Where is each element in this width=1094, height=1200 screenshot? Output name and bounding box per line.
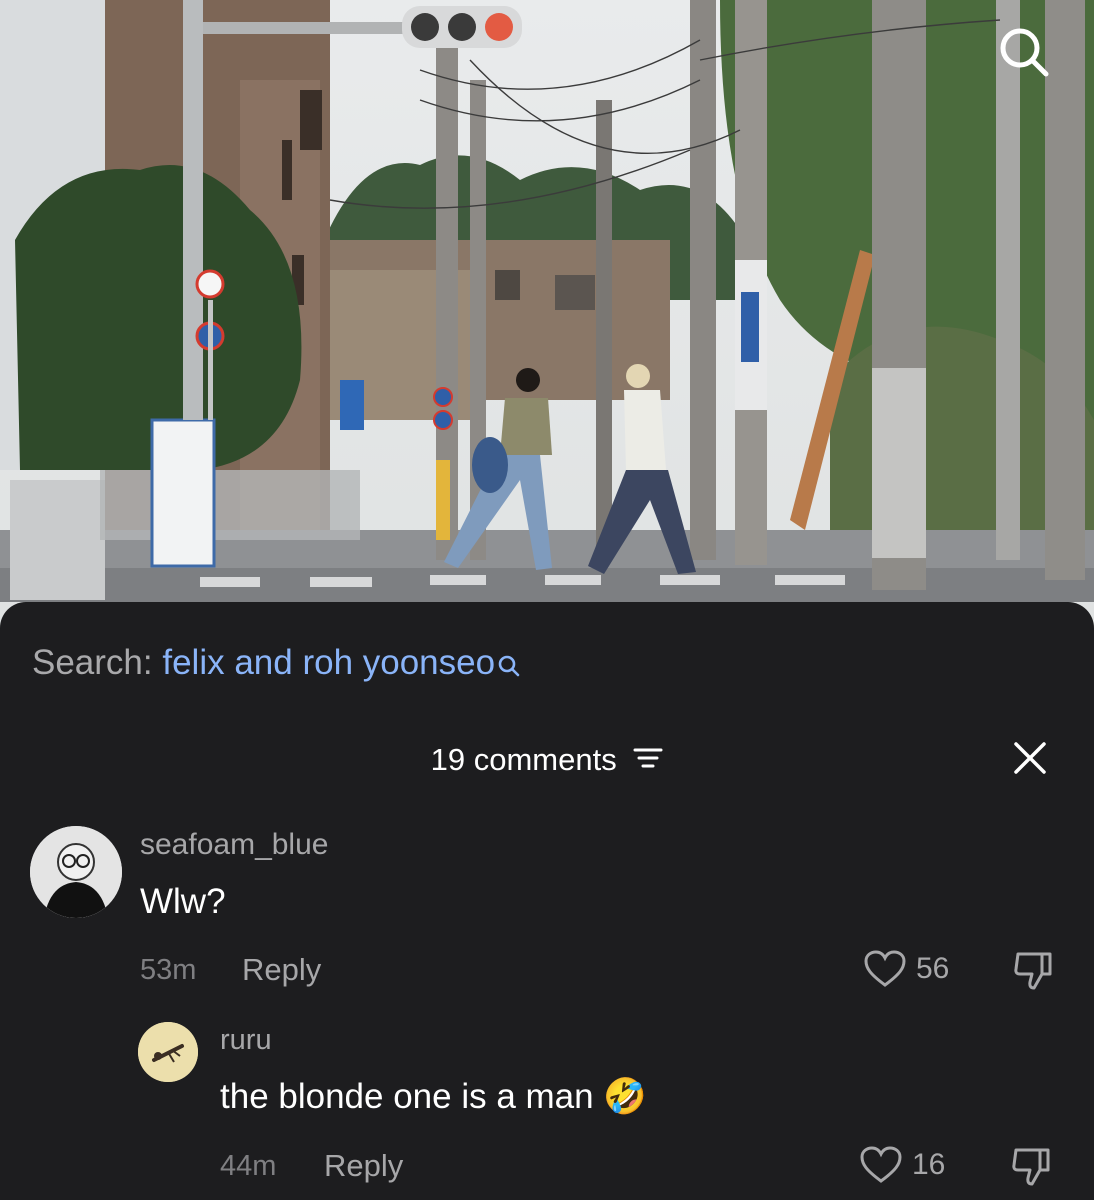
avatar[interactable]	[30, 826, 122, 918]
reply-button[interactable]: Reply	[242, 952, 321, 988]
dislike-button[interactable]	[1012, 950, 1056, 997]
comments-count-title: 19 comments	[430, 742, 617, 777]
video-search-button[interactable]	[994, 22, 1054, 82]
like-button[interactable]: 56	[864, 950, 949, 988]
like-count: 56	[916, 952, 950, 985]
comment-time: 53m	[140, 954, 197, 986]
search-icon	[1000, 28, 1049, 77]
like-count: 16	[912, 1148, 946, 1181]
video-player[interactable]	[0, 0, 1094, 640]
reply-username[interactable]: ruru	[220, 1024, 272, 1057]
search-term-link[interactable]: felix and roh yoonseo	[162, 643, 495, 682]
heart-icon	[860, 1146, 902, 1183]
comment-item: seafoam_blue Wlw? 53m Reply 56	[0, 822, 1094, 1002]
dislike-button[interactable]	[1010, 1146, 1054, 1193]
thumbs-down-icon	[1012, 1148, 1050, 1186]
comments-header: 19 comments	[0, 738, 1094, 782]
close-button[interactable]	[1010, 738, 1050, 778]
sort-icon[interactable]	[633, 738, 663, 782]
laughing-emoji: 🤣	[603, 1077, 647, 1116]
avatar[interactable]	[138, 1022, 198, 1082]
reply-text-body: the blonde one is a man	[220, 1077, 594, 1116]
reply-item: ruru the blonde one is a man 🤣 44m Reply…	[0, 1020, 1094, 1200]
reply-time: 44m	[220, 1150, 277, 1182]
reply-text: the blonde one is a man 🤣	[220, 1076, 647, 1117]
close-icon	[1014, 742, 1046, 774]
search-icon	[497, 646, 521, 688]
video-frame	[0, 0, 1094, 640]
comment-text: Wlw?	[140, 882, 226, 921]
search-suggestion[interactable]: Search: felix and roh yoonseo	[32, 642, 521, 688]
like-button[interactable]: 16	[860, 1146, 945, 1184]
comment-username[interactable]: seafoam_blue	[140, 828, 328, 862]
search-prefix-label: Search:	[32, 643, 163, 682]
thumbs-down-icon	[1014, 952, 1052, 990]
heart-icon	[864, 950, 906, 987]
comments-sheet: Search: felix and roh yoonseo 19 comment…	[0, 602, 1094, 1200]
reply-button[interactable]: Reply	[324, 1148, 403, 1184]
